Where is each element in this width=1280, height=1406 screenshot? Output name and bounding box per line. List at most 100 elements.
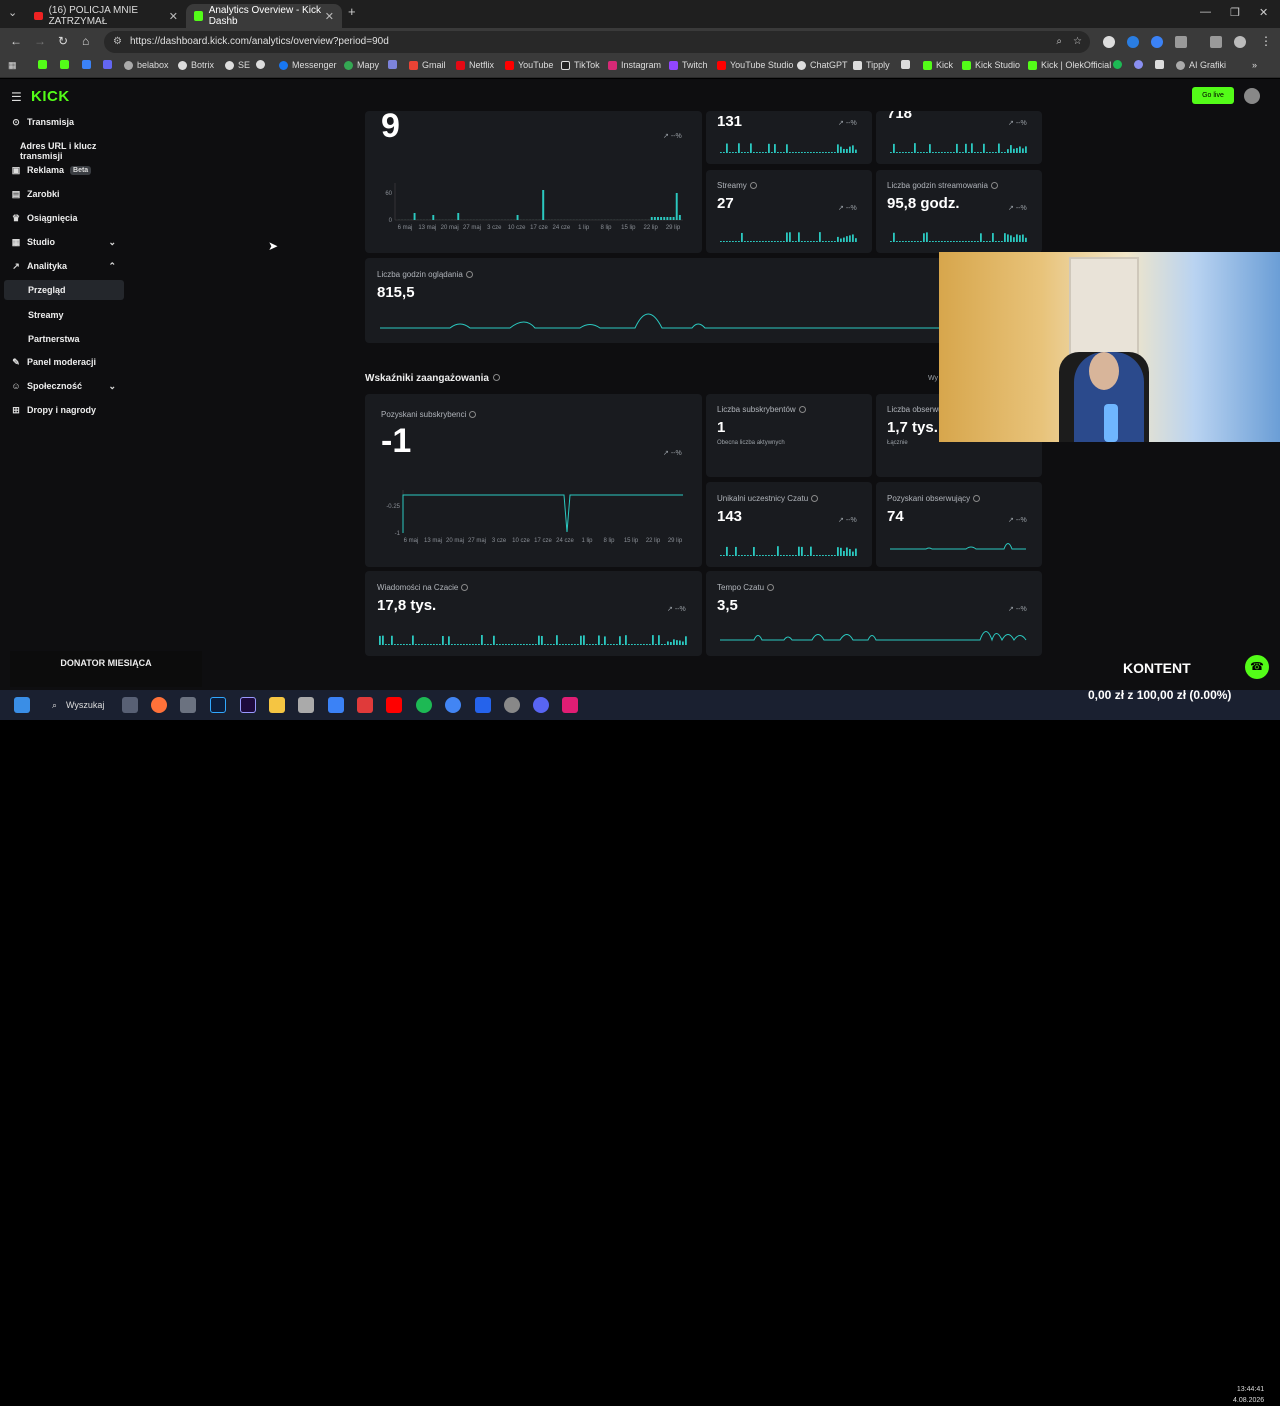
spark-bar — [583, 635, 585, 645]
bookmark-kick[interactable]: Kick — [923, 60, 953, 70]
spotify-icon[interactable] — [416, 697, 432, 713]
bookmark-star-icon[interactable]: ☆ — [1073, 31, 1082, 53]
bookmark-spotify-icon[interactable] — [1113, 60, 1122, 69]
sidebar-item-streamy[interactable]: Streamy — [28, 310, 64, 320]
calculator-icon[interactable] — [298, 697, 314, 713]
back-icon[interactable]: ← — [10, 34, 22, 48]
tab-kick-analytics[interactable]: Analytics Overview - Kick Dashb ✕ — [186, 4, 342, 28]
bookmark-chatgpt[interactable]: ChatGPT — [797, 60, 848, 70]
bookmark-icon[interactable] — [103, 60, 112, 69]
windows-start-icon[interactable] — [14, 697, 30, 713]
bookmark-twitch[interactable]: Twitch — [669, 60, 708, 70]
app-icon[interactable] — [504, 697, 520, 713]
bookmark-kick-studio[interactable]: Kick Studio — [962, 60, 1020, 70]
more-bookmarks-icon[interactable]: » — [1252, 60, 1257, 70]
bookmark-botrix[interactable]: Botrix — [178, 60, 214, 70]
sidebar-item-spolecznosc[interactable]: ☺ Społeczność ⌄ — [11, 376, 124, 396]
avatar[interactable] — [1244, 88, 1260, 104]
extension-icon[interactable] — [1151, 36, 1163, 48]
bookmark-netflix[interactable]: Netflix — [456, 60, 494, 70]
sidebar-item-reklama[interactable]: ▣ Reklama Beta — [11, 160, 124, 180]
profile-icon[interactable] — [1234, 36, 1246, 48]
maximize-icon[interactable]: ❐ — [1230, 6, 1240, 19]
youtube-icon[interactable] — [386, 697, 402, 713]
extension-icon[interactable] — [1127, 36, 1139, 48]
bookmark-se[interactable]: SE — [225, 60, 250, 70]
notepad-icon[interactable] — [328, 697, 344, 713]
close-tab-icon[interactable]: ✕ — [169, 10, 178, 23]
app-icon[interactable] — [475, 697, 491, 713]
chrome-icon[interactable] — [445, 697, 461, 713]
apps-grid-icon[interactable]: ▦ — [8, 60, 17, 71]
bookmark-instagram[interactable]: Instagram — [608, 60, 661, 70]
spark-bar — [846, 547, 848, 556]
app-icon[interactable] — [122, 697, 138, 713]
sidebar-item-partnerstwa[interactable]: Partnerstwa — [28, 334, 80, 344]
taskbar-search[interactable]: ⌕ Wyszukaj — [44, 696, 112, 714]
reload-icon[interactable]: ↻ — [58, 34, 68, 48]
bar — [488, 219, 491, 220]
bookmark-youtube-studio[interactable]: YouTube Studio — [717, 60, 793, 70]
extension-icon[interactable] — [1103, 36, 1115, 48]
address-bar[interactable]: ⚙ https://dashboard.kick.com/analytics/o… — [104, 31, 1090, 53]
bookmark-x-icon[interactable] — [1155, 60, 1164, 69]
premiere-icon[interactable] — [240, 697, 256, 713]
engagement-link[interactable]: Wy — [928, 375, 938, 382]
forward-icon[interactable]: → — [34, 34, 46, 48]
webcam-overlay — [939, 252, 1280, 442]
app-icon[interactable] — [562, 697, 578, 713]
zoom-icon[interactable]: ⌕ — [1056, 31, 1062, 53]
bookmark-belabox[interactable]: belabox — [124, 60, 169, 70]
bookmark-icon[interactable] — [256, 60, 265, 69]
bookmark-gmail[interactable]: Gmail — [409, 60, 446, 70]
photoshop-icon[interactable] — [210, 697, 226, 713]
new-tab-icon[interactable]: + — [348, 4, 356, 19]
bookmark-tipply[interactable]: Tipply — [853, 60, 890, 70]
spark-bar — [825, 555, 827, 556]
extensions-puzzle-icon[interactable] — [1175, 36, 1187, 48]
app-icon[interactable] — [357, 697, 373, 713]
app-icon[interactable] — [180, 697, 196, 713]
tab-search-icon[interactable]: ⌄ — [8, 6, 17, 19]
bookmark-icon[interactable] — [82, 60, 91, 69]
bookmark-messenger[interactable]: Messenger — [279, 60, 337, 70]
sidebar-item-studio[interactable]: ▦ Studio ⌄ — [11, 232, 124, 252]
file-explorer-icon[interactable] — [269, 697, 285, 713]
spark-bar — [911, 152, 913, 153]
menu-dots-icon[interactable]: ⋮ — [1260, 34, 1272, 48]
system-clock[interactable]: 13:44:41 4.08.2026 — [1233, 1384, 1264, 1406]
bookmark-tiktok[interactable]: TikTok — [561, 60, 600, 70]
sidebar-item-osiagniecia[interactable]: ♛ Osiągnięcia — [11, 208, 124, 228]
support-chat-icon[interactable]: ☎ — [1245, 655, 1269, 679]
hamburger-menu-icon[interactable]: ☰ — [11, 90, 22, 104]
discord-icon[interactable] — [533, 697, 549, 713]
sidebar-item-panel-moderacji[interactable]: ✎ Panel moderacji — [11, 352, 124, 372]
home-icon[interactable]: ⌂ — [82, 34, 89, 48]
go-live-button[interactable]: Go live — [1192, 87, 1234, 104]
firefox-icon[interactable] — [151, 697, 167, 713]
sidebar-item-dropy[interactable]: ⊞ Dropy i nagrody — [11, 400, 124, 420]
tab-youtube[interactable]: (16) POLICJA MNIE ZATRZYMAŁ ✕ — [26, 4, 186, 28]
spark-bar — [460, 644, 462, 645]
bookmark-ai-grafiki[interactable]: AI Grafiki — [1176, 60, 1226, 70]
close-tab-icon[interactable]: ✕ — [325, 10, 334, 23]
kick-logo[interactable]: KICK — [31, 88, 70, 105]
sidebar-item-transmisja[interactable]: ⊙ Transmisja — [11, 112, 124, 132]
site-info-icon[interactable]: ⚙ — [113, 31, 122, 53]
window-close-icon[interactable]: ✕ — [1259, 6, 1268, 19]
bookmark-mapy[interactable]: Mapy — [344, 60, 379, 70]
bookmark-kick-icon[interactable] — [38, 60, 47, 69]
bookmark-icon[interactable] — [388, 60, 397, 69]
sidebar-item-zarobki[interactable]: ▤ Zarobki — [11, 184, 124, 204]
bookmark-youtube[interactable]: YouTube — [505, 60, 553, 70]
minimize-icon[interactable]: — — [1200, 6, 1211, 18]
sidebar-item-analityka[interactable]: ↗ Analityka ⌃ — [11, 256, 124, 276]
sidebar-item-przeglad[interactable]: Przegląd — [4, 280, 124, 300]
bookmark-icon[interactable] — [1134, 60, 1143, 69]
bar — [678, 215, 681, 220]
sidebar-item-stream-key[interactable]: Adres URL i klucz transmisji — [20, 141, 132, 161]
reading-list-icon[interactable] — [1210, 36, 1222, 48]
bookmark-kick-icon[interactable] — [60, 60, 69, 69]
bookmark-kick-olek[interactable]: Kick | OlekOfficial — [1028, 60, 1111, 70]
bookmark-icon[interactable] — [901, 60, 910, 69]
